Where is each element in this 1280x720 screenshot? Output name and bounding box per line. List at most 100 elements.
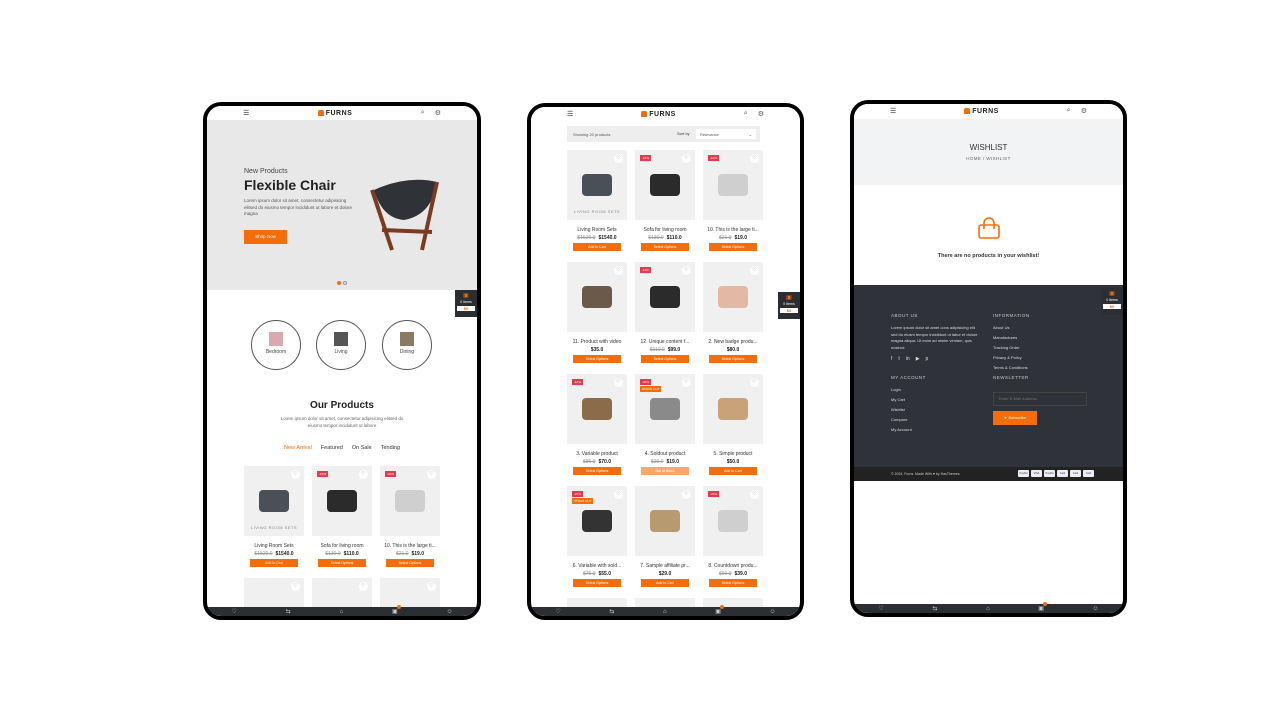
settings-icon[interactable]: ⚙: [435, 109, 441, 117]
logo[interactable]: FURNS: [317, 109, 353, 117]
wishlist-heart-icon[interactable]: ♡: [682, 378, 691, 387]
cart-nav-icon[interactable]: ▣: [715, 605, 724, 615]
product-image[interactable]: ♡ -35%: [703, 486, 763, 556]
category-bedroom[interactable]: Bedroom: [251, 320, 301, 370]
product-action-button[interactable]: Select Options: [709, 355, 757, 363]
product-card[interactable]: ♡ -35% 8. Countdown produ... $60.0 $39.0 Sele…: [703, 486, 763, 587]
product-image[interactable]: ♡ -27% STOCK OUT: [567, 486, 627, 556]
product-image[interactable]: ♡ -15%: [312, 466, 372, 536]
product-card[interactable]: ♡ -15% Sofa for living room $130.0 $110.0 Sel…: [635, 150, 695, 251]
pinterest-icon[interactable]: p: [926, 356, 929, 362]
cart-nav-icon[interactable]: ▣: [392, 605, 401, 615]
compare-icon[interactable]: ⇆: [286, 608, 291, 615]
product-name[interactable]: Living Room Sets: [567, 227, 627, 233]
shop-now-button[interactable]: Shop Now: [244, 230, 287, 244]
product-name[interactable]: 10. This is the large ti...: [703, 227, 763, 233]
product-image[interactable]: ♡: [635, 486, 695, 556]
product-action-button[interactable]: Select Options: [318, 559, 366, 567]
newsletter-email-input[interactable]: [993, 391, 1087, 406]
wishlist-heart-icon[interactable]: ♡: [359, 470, 368, 479]
product-card[interactable]: ♡ -27% STOCK OUT 6. Variable with sold... $7…: [567, 486, 627, 587]
account-icon[interactable]: ☺: [1093, 606, 1099, 612]
product-image[interactable]: ♡ -18%: [567, 374, 627, 444]
product-action-button[interactable]: Add to Cart: [709, 467, 757, 475]
product-action-button[interactable]: Select Options: [573, 355, 621, 363]
wishlist-heart-icon[interactable]: ♡: [427, 582, 436, 591]
product-card[interactable]: ♡ -15% Sofa for living room $130.0 $110.0 Sel…: [312, 466, 372, 567]
footer-link[interactable]: Tracking Order: [993, 345, 1030, 350]
wishlist-heart-icon[interactable]: ♡: [614, 154, 623, 163]
cart-widget[interactable]: ▣ 0 Items $0: [1101, 288, 1123, 315]
product-name[interactable]: 12. Unique content f...: [635, 339, 695, 345]
product-action-button[interactable]: Select Options: [709, 579, 757, 587]
product-action-button[interactable]: Select Options: [386, 559, 434, 567]
sort-select[interactable]: Relevance ⌄: [696, 129, 756, 139]
slider-dot-active[interactable]: [337, 281, 341, 285]
menu-icon[interactable]: ☰: [243, 109, 249, 117]
product-action-button[interactable]: Add to Cart: [573, 243, 621, 251]
home-icon[interactable]: ⌂: [986, 606, 990, 612]
tab-tending[interactable]: Tending: [381, 445, 400, 451]
cart-widget[interactable]: ▣ 0 Items $0: [455, 290, 477, 317]
footer-link[interactable]: My Account: [891, 427, 926, 432]
compare-icon[interactable]: ⇆: [932, 605, 937, 612]
product-image[interactable]: ♡ -10%: [380, 466, 440, 536]
cart-nav-icon[interactable]: ▣: [1038, 602, 1047, 612]
menu-icon[interactable]: ☰: [890, 107, 896, 115]
product-action-button[interactable]: Out of Stock: [641, 467, 689, 475]
product-name[interactable]: Sofa for living room: [312, 543, 372, 549]
tab-featured[interactable]: Featured: [321, 445, 343, 451]
product-name[interactable]: 8. Countdown produ...: [703, 563, 763, 569]
category-living[interactable]: Living: [316, 320, 366, 370]
footer-link[interactable]: Terms & Conditions: [993, 365, 1030, 370]
product-image[interactable]: ♡ -34% STOCK OUT: [635, 374, 695, 444]
wishlist-heart-icon[interactable]: ♡: [291, 470, 300, 479]
wishlist-heart-icon[interactable]: ♡: [614, 266, 623, 275]
wishlist-heart-icon[interactable]: ♡: [750, 378, 759, 387]
product-card[interactable]: ♡ 2. New badge produ... $80.0 Select Option…: [703, 262, 763, 363]
product-card[interactable]: ♡ -10% 10. This is the large ti... $21.0 $19…: [703, 150, 763, 251]
product-card[interactable]: ♡ -18% 3. Variable product $85.0 $70.0 Select…: [567, 374, 627, 475]
product-image[interactable]: ♡: [703, 262, 763, 332]
twitter-icon[interactable]: t: [898, 356, 899, 362]
wishlist-heart-icon[interactable]: ♡: [750, 490, 759, 499]
product-image[interactable]: ♡ -11%: [635, 262, 695, 332]
product-action-button[interactable]: Select Options: [641, 243, 689, 251]
subscribe-button[interactable]: ➤ Subscribe: [993, 410, 1037, 425]
footer-link[interactable]: Login: [891, 387, 926, 392]
product-name[interactable]: Living Room Sets: [244, 543, 304, 549]
wishlist-heart-icon[interactable]: ♡: [750, 266, 759, 275]
wishlist-heart-icon[interactable]: ♡: [291, 582, 300, 591]
logo[interactable]: FURNS: [964, 107, 999, 115]
home-icon[interactable]: ⌂: [339, 609, 343, 615]
slider-dot[interactable]: [343, 281, 347, 285]
wishlist-heart-icon[interactable]: ♡: [359, 582, 368, 591]
menu-icon[interactable]: ☰: [567, 110, 573, 118]
product-action-button[interactable]: Add to Cart: [641, 579, 689, 587]
account-icon[interactable]: ☺: [770, 609, 776, 615]
search-icon[interactable]: ⌕: [421, 109, 425, 117]
product-action-button[interactable]: Add to Cart: [250, 559, 298, 567]
product-action-button[interactable]: Select Options: [573, 467, 621, 475]
footer-link[interactable]: Manufactures: [993, 335, 1030, 340]
footer-link[interactable]: Privacy & Policy: [993, 355, 1030, 360]
product-name[interactable]: 4. Soldout product: [635, 451, 695, 457]
footer-link[interactable]: About Us: [993, 325, 1030, 330]
product-card[interactable]: ♡ 11. Product with video $35.0 Select Optio…: [567, 262, 627, 363]
footer-link[interactable]: Compare: [891, 417, 926, 422]
youtube-icon[interactable]: ▶: [916, 356, 920, 362]
product-image[interactable]: ♡: [703, 374, 763, 444]
settings-icon[interactable]: ⚙: [758, 110, 764, 118]
wishlist-heart-icon[interactable]: ♡: [614, 378, 623, 387]
product-action-button[interactable]: Select Options: [641, 355, 689, 363]
product-card[interactable]: ♡ -10% 10. This is the large ti... $21.0 $19…: [380, 466, 440, 567]
product-name[interactable]: 3. Variable product: [567, 451, 627, 457]
product-image[interactable]: ♡ LIVING ROOM SETS: [567, 150, 627, 220]
footer-link[interactable]: My Cart: [891, 397, 926, 402]
footer-link[interactable]: Wishlist: [891, 407, 926, 412]
product-image[interactable]: ♡ -10%: [703, 150, 763, 220]
search-icon[interactable]: ⌕: [1067, 107, 1071, 115]
account-icon[interactable]: ☺: [446, 609, 452, 615]
product-name[interactable]: 6. Variable with sold...: [567, 563, 627, 569]
wishlist-heart-icon[interactable]: ♡: [614, 490, 623, 499]
